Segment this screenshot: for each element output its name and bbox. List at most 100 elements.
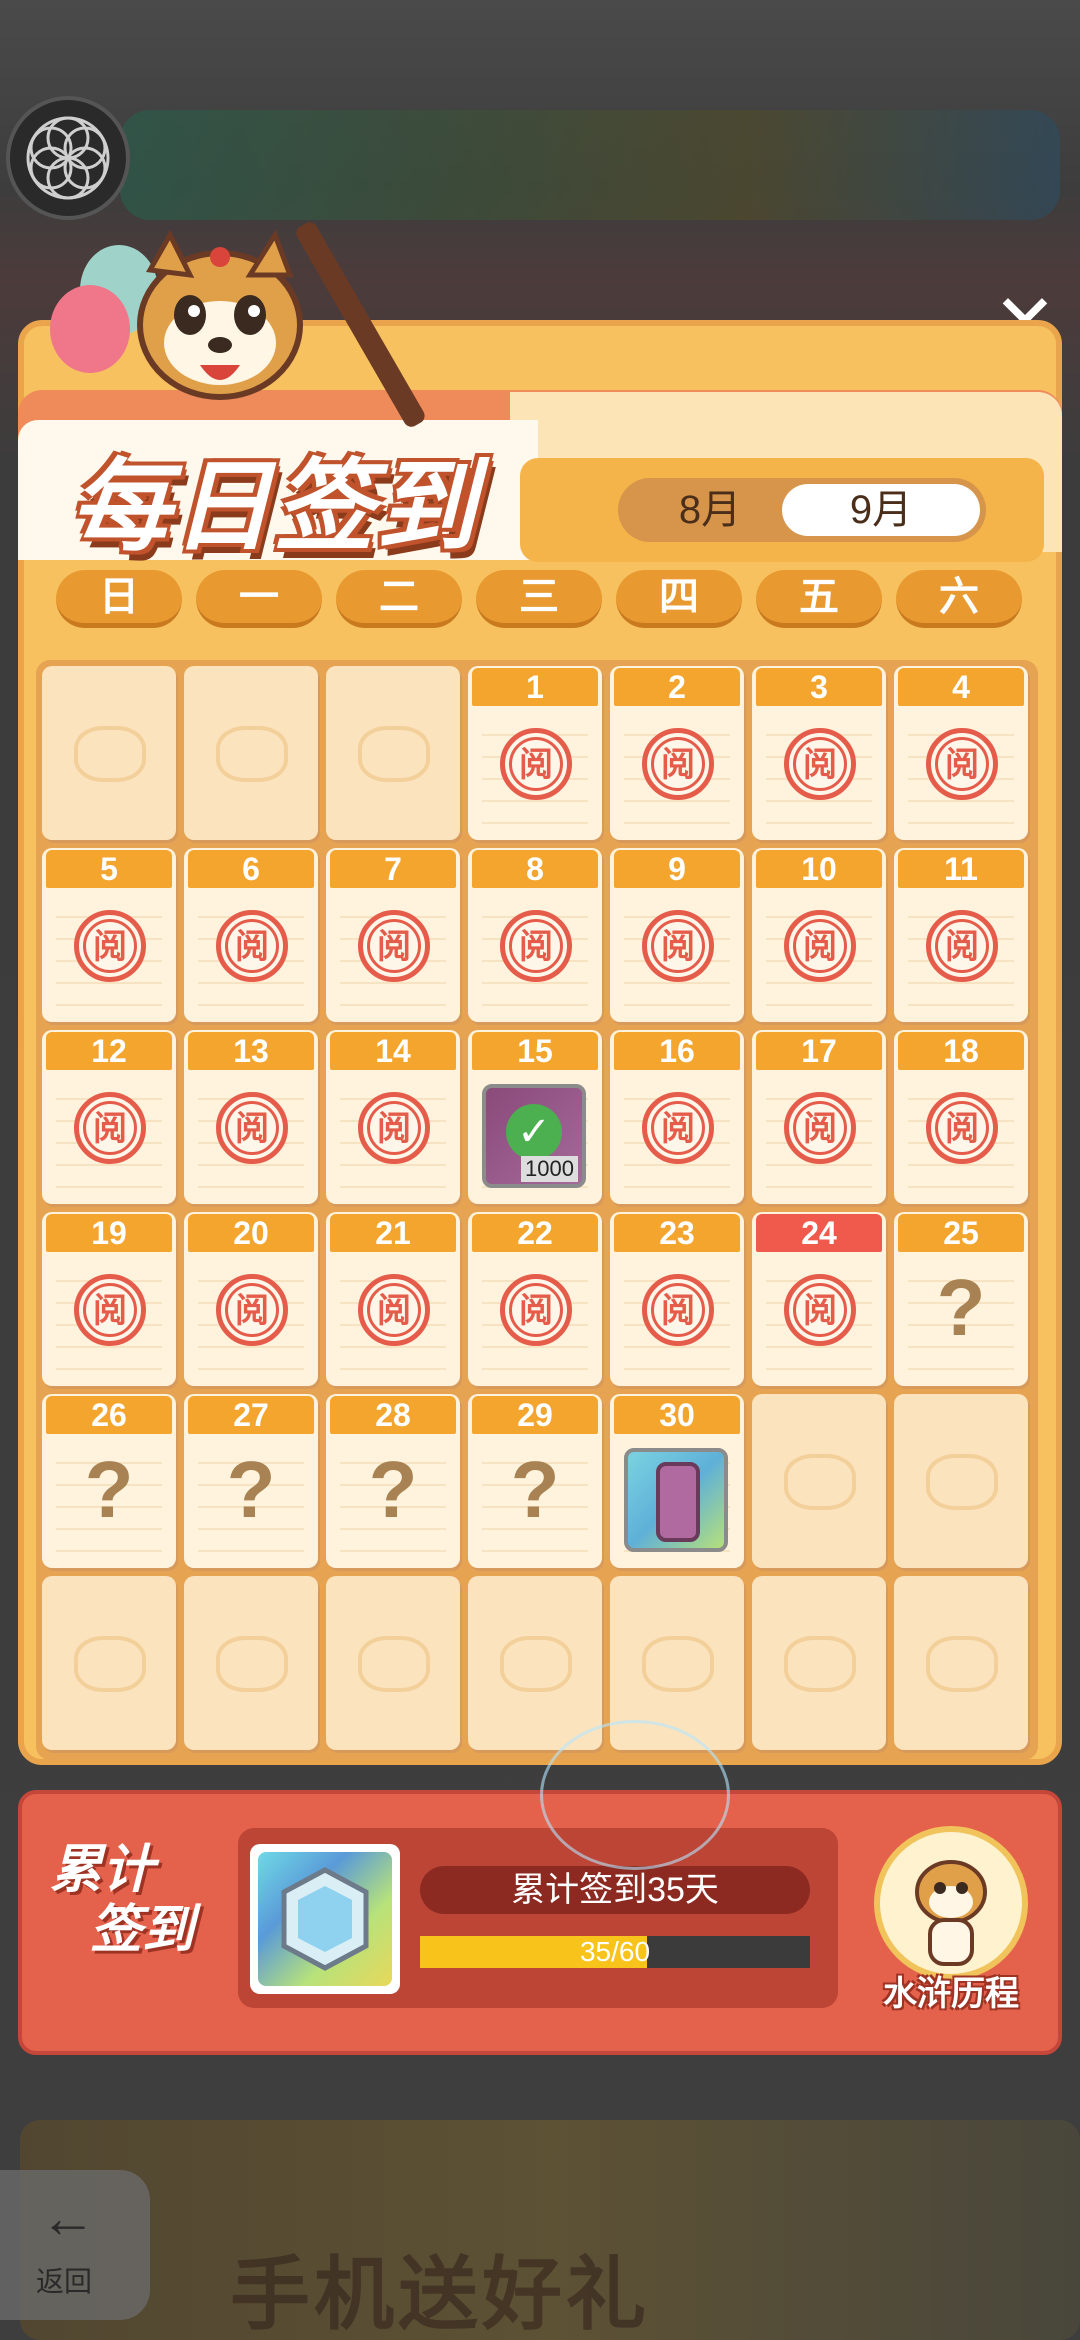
- reward-count: 1000: [521, 1156, 578, 1182]
- menu-flower-icon[interactable]: [6, 96, 130, 220]
- day-number: 4: [898, 668, 1024, 706]
- read-stamp-icon: 阅: [216, 910, 288, 982]
- read-stamp-icon: 阅: [642, 728, 714, 800]
- calendar-day-8[interactable]: 8阅: [468, 848, 602, 1022]
- day-number: 11: [898, 850, 1024, 888]
- day-number: 8: [472, 850, 598, 888]
- day-number: 6: [188, 850, 314, 888]
- read-stamp-icon: 阅: [926, 728, 998, 800]
- stamp-text: 阅: [793, 919, 847, 973]
- calendar-day-20[interactable]: 20 阅: [184, 1212, 318, 1386]
- calendar-day-27[interactable]: 27?: [184, 1394, 318, 1568]
- calendar-cell-empty: [326, 1576, 460, 1750]
- raccoon-watermark-icon: [216, 1636, 288, 1692]
- cumulative-label-line2: 签到: [90, 1901, 195, 1959]
- calendar-day-4[interactable]: 4阅: [894, 666, 1028, 840]
- calendar-day-16[interactable]: 16 阅: [610, 1030, 744, 1204]
- weekday-sat: 六: [896, 570, 1022, 628]
- calendar-grid: 1 阅 2 阅 3 阅 4 阅 5 阅 6 阅 7 阅 8 阅 9 阅 10 阅 11 阅 12 阅 13 阅 14 阅 15 ✓ 1000…: [36, 660, 1038, 1760]
- day-number: 2: [614, 668, 740, 706]
- calendar-day-3[interactable]: 3阅: [752, 666, 886, 840]
- stamp-text: 阅: [83, 919, 137, 973]
- read-stamp-icon: 阅: [500, 1274, 572, 1346]
- calendar-day-12[interactable]: 12 阅: [42, 1030, 176, 1204]
- calendar-day-13[interactable]: 13 阅: [184, 1030, 318, 1204]
- stamp-text: 阅: [793, 1283, 847, 1337]
- read-stamp-icon: 阅: [642, 910, 714, 982]
- stamp-text: 阅: [651, 737, 705, 791]
- day-number: 26: [46, 1396, 172, 1434]
- calendar-day-19[interactable]: 19 阅: [42, 1212, 176, 1386]
- day-number: 12: [46, 1032, 172, 1070]
- calendar-day-6[interactable]: 6阅: [184, 848, 318, 1022]
- unknown-reward: ?: [84, 1445, 134, 1534]
- calendar-day-11[interactable]: 11 阅: [894, 848, 1028, 1022]
- unknown-reward: ?: [936, 1263, 986, 1352]
- calendar-day-22[interactable]: 22 阅: [468, 1212, 602, 1386]
- day-number: 20: [188, 1214, 314, 1252]
- calendar-day-29[interactable]: 29?: [468, 1394, 602, 1568]
- calendar-day-24[interactable]: 24 阅: [752, 1212, 886, 1386]
- raccoon-watermark-icon: [926, 1454, 998, 1510]
- calendar-day-23[interactable]: 23 阅: [610, 1212, 744, 1386]
- raccoon-watermark-icon: [926, 1636, 998, 1692]
- read-stamp-icon: 阅: [500, 910, 572, 982]
- coin-reward-icon: ✓ 1000: [482, 1084, 586, 1188]
- calendar-day-18[interactable]: 18 阅: [894, 1030, 1028, 1204]
- day-number: 7: [330, 850, 456, 888]
- page-title: 每日签到: [70, 451, 478, 563]
- stamp-text: 阅: [367, 1101, 421, 1155]
- day-number: 22: [472, 1214, 598, 1252]
- stamp-text: 阅: [225, 1101, 279, 1155]
- month-toggle: 8月 9月: [618, 478, 986, 542]
- stamp-text: 阅: [651, 1101, 705, 1155]
- tab-august[interactable]: 8月: [626, 484, 794, 536]
- raccoon-watermark-icon: [74, 1636, 146, 1692]
- background-banner-text: 手机送好礼: [230, 2250, 650, 2339]
- read-stamp-icon: 阅: [784, 1092, 856, 1164]
- calendar-day-9[interactable]: 9阅: [610, 848, 744, 1022]
- calendar-day-7[interactable]: 7阅: [326, 848, 460, 1022]
- calendar-day-5[interactable]: 5阅: [42, 848, 176, 1022]
- day-number: 24: [756, 1214, 882, 1252]
- weekday-thu: 四: [616, 570, 742, 628]
- calendar-cell-empty: [894, 1394, 1028, 1568]
- stamp-text: 阅: [935, 919, 989, 973]
- calendar-day-10[interactable]: 10 阅: [752, 848, 886, 1022]
- raccoon-history-icon: [874, 1826, 1028, 1980]
- calendar-day-28[interactable]: 28?: [326, 1394, 460, 1568]
- calendar-cell-empty: [752, 1576, 886, 1750]
- tab-september[interactable]: 9月: [782, 484, 980, 536]
- calendar-day-25[interactable]: 25?: [894, 1212, 1028, 1386]
- read-stamp-icon: 阅: [358, 910, 430, 982]
- calendar-day-2[interactable]: 2阅: [610, 666, 744, 840]
- unknown-reward: ?: [368, 1445, 418, 1534]
- calendar-day-26[interactable]: 26?: [42, 1394, 176, 1568]
- read-stamp-icon: 阅: [500, 728, 572, 800]
- stamp-text: 阅: [83, 1283, 137, 1337]
- read-stamp-icon: 阅: [926, 1092, 998, 1164]
- raccoon-watermark-icon: [358, 1636, 430, 1692]
- weekday-fri: 五: [756, 570, 882, 628]
- unknown-reward: ?: [510, 1445, 560, 1534]
- stamp-text: 阅: [935, 737, 989, 791]
- calendar-day-1[interactable]: 1阅: [468, 666, 602, 840]
- stamp-text: 阅: [935, 1101, 989, 1155]
- day-number: 30: [614, 1396, 740, 1434]
- history-button[interactable]: 水浒历程: [866, 1826, 1036, 2026]
- calendar-day-21[interactable]: 21 阅: [326, 1212, 460, 1386]
- day-number: 17: [756, 1032, 882, 1070]
- back-label: 返回: [36, 2266, 93, 2297]
- calendar-day-15[interactable]: 15 ✓ 1000: [468, 1030, 602, 1204]
- day-number: 16: [614, 1032, 740, 1070]
- progress-text: 35/60: [579, 1936, 651, 1967]
- stamp-text: 阅: [225, 1283, 279, 1337]
- cumulative-reward-item[interactable]: [250, 1844, 400, 1994]
- calendar-day-14[interactable]: 14 阅: [326, 1030, 460, 1204]
- day-number: 10: [756, 850, 882, 888]
- day-number: 1: [472, 668, 598, 706]
- calendar-day-17[interactable]: 17 阅: [752, 1030, 886, 1204]
- cumulative-label-line1: 累计: [50, 1841, 155, 1899]
- read-stamp-icon: 阅: [784, 910, 856, 982]
- calendar-day-30[interactable]: 30: [610, 1394, 744, 1568]
